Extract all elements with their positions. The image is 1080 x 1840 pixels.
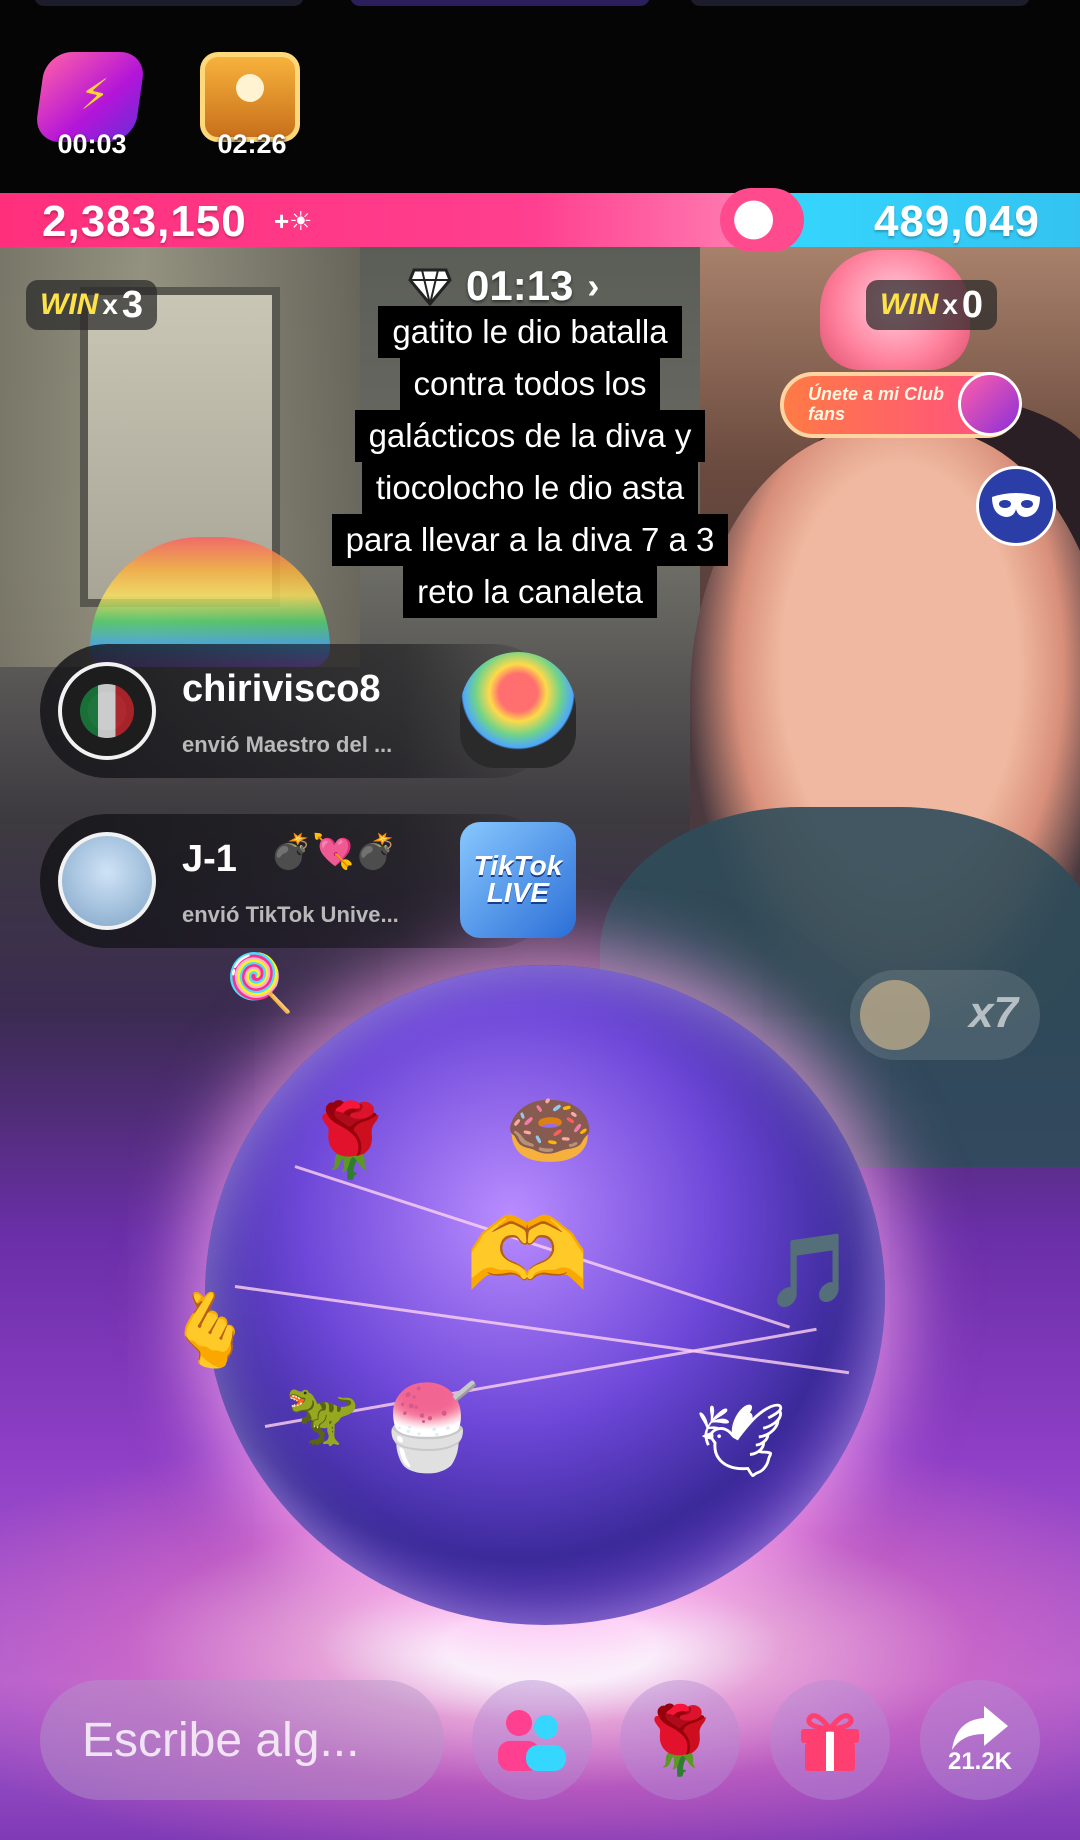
win-label: WIN [880,288,939,321]
mask-icon [992,493,1040,517]
streak-timer: 00:03 [57,129,127,159]
gift-description: envió Maestro del ... [182,732,393,757]
avatar[interactable] [58,832,156,930]
caption-line: tiocolocho le dio asta [361,462,699,514]
battle-time: 01:13 [466,262,574,309]
people-icon [498,1710,566,1771]
gift-sender-name: J-1 [182,838,237,880]
club-label: Únete a mi Club fans [808,384,945,424]
ice-cream-sticker: 🍧 [375,1380,480,1474]
battle-score-bar: 2,383,150 +☀ 489,049 [0,193,1080,247]
top-pill [350,0,650,6]
gift-notification[interactable]: J-1 💣💘💣 envió TikTok Unive... TikTok LIV… [40,814,576,948]
treasure-chest-reward[interactable]: 02:26 [192,48,312,160]
rose-gift-button[interactable]: 🌹 [620,1680,740,1800]
caption-line: galácticos de la diva y [354,410,706,462]
flag-emblem [80,684,134,738]
combo-gift-icon [860,980,930,1050]
combo-count: x7 [969,988,1018,1037]
paper-crane-sticker: 🕊 [695,1401,787,1481]
donut-sticker: 🍩 [505,1091,595,1171]
plus-mask-icon: +☀ [274,206,313,236]
left-win-streak: WIN x 3 [26,280,158,330]
heart-hands-sticker: 🫶 [465,1199,590,1311]
top-pill [690,0,1030,6]
avatar[interactable] [58,662,156,760]
user-emoji: 💣💘💣 [270,833,398,871]
gift-notification[interactable]: chirivisco8 envió Maestro del ... [40,644,576,778]
gift-sender-name: chirivisco8 [182,668,381,710]
gift-image: TikTok LIVE [460,822,576,938]
join-fan-club-button[interactable]: Únete a mi Club fans [780,372,1022,438]
bolt-glyph: ⚡ [80,71,110,118]
gift-button[interactable] [770,1680,890,1800]
right-team-score-bar: 489,049 [760,193,1080,247]
caption-line: contra todos los [399,358,661,410]
right-score: 489,049 [873,197,1040,246]
gift-image [460,652,576,768]
right-win-streak: WIN x 0 [866,280,998,330]
win-count: 0 [961,283,984,326]
share-count: 21.2K [947,1748,1013,1775]
guests-button[interactable] [472,1680,592,1800]
video-caption: gatito le dio batalla contra todos los g… [300,306,760,618]
mask-button[interactable] [976,466,1056,546]
music-note-sticker: 🎵 [765,1231,855,1311]
diamond-trophy-icon [408,268,452,306]
chest-lock [236,74,264,102]
lightning-icon [958,372,1022,436]
win-times: x [942,289,958,320]
win-times: x [102,289,118,320]
gift-image-text: TikTok LIVE [473,850,563,908]
gift-combo-counter: x7 [850,970,1040,1060]
top-pill [34,0,304,6]
battle-timer[interactable]: 01:13 › [408,262,599,310]
score-divider-icon [720,188,804,252]
gift-description: envió TikTok Unive... [182,902,399,927]
gift-icon [801,1713,859,1771]
finger-heart-sticker: 🫰 [165,1291,255,1371]
caption-line: reto la canaleta [403,566,657,618]
comment-placeholder: Escribe alg... [82,1713,360,1767]
dinosaur-sticker: 🦖 [285,1381,360,1448]
share-arrow-icon [952,1706,1008,1750]
top-bar: ⚡ 00:03 02:26 [0,0,1080,193]
comment-input[interactable]: Escribe alg... [40,1680,444,1800]
streak-reward[interactable]: ⚡ 00:03 [32,48,152,160]
left-team-score-bar: 2,383,150 +☀ [0,193,760,247]
win-count: 3 [121,283,144,326]
rose-sticker: 🌹 [305,1101,395,1181]
chest-timer: 02:26 [217,129,287,159]
caption-line: para llevar a la diva 7 a 3 [331,514,729,566]
caption-line: gatito le dio batalla [378,306,682,358]
share-button[interactable]: 21.2K [920,1680,1040,1800]
win-label: WIN [40,288,99,321]
rose-icon: 🌹 [638,1703,722,1777]
galaxy-globe-animation: 🌹 🍩 🫶 🎵 🫰 🦖 🍧 🕊 🍭 [165,955,885,1625]
chevron-right-icon: › [587,265,600,306]
lollipop-sticker: 🍭 [225,951,295,1014]
left-score: 2,383,150 [42,197,247,246]
